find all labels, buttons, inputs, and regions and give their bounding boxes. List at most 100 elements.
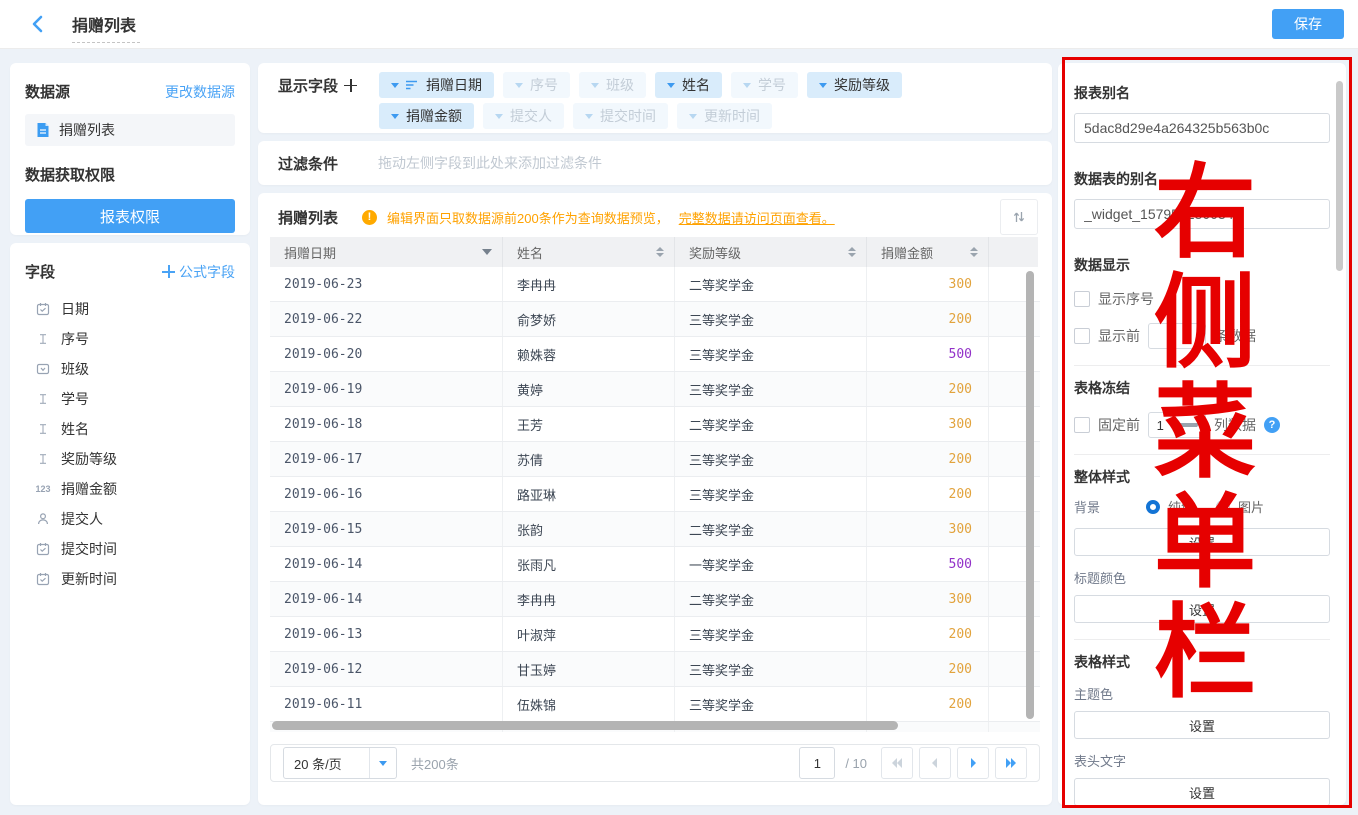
table-style-title: 表格样式 — [1074, 652, 1330, 672]
display-field-chip[interactable]: 姓名 — [655, 72, 722, 98]
add-display-field-button[interactable] — [344, 79, 357, 92]
sort-lines-icon — [406, 77, 419, 93]
title-color-set-button[interactable]: 设置 — [1074, 595, 1330, 623]
column-header[interactable]: 捐赠日期 — [270, 237, 503, 267]
sort-order-button[interactable] — [1000, 199, 1038, 235]
report-alias-input[interactable] — [1074, 113, 1330, 143]
display-field-chips-row-2: 捐赠金额 提交人 提交时间 更新时间 — [379, 103, 902, 129]
display-field-chip[interactable]: 捐赠日期 — [379, 72, 494, 98]
table-cell: 三等奖学金 — [675, 302, 867, 336]
number-icon: 123 — [35, 484, 51, 494]
page-input[interactable] — [799, 747, 835, 779]
column-label: 捐赠日期 — [284, 243, 336, 262]
filter-dropzone[interactable]: 拖动左侧字段到此处来添加过滤条件 — [378, 153, 602, 173]
chip-label: 捐赠金额 — [406, 106, 462, 126]
panel-scrollbar[interactable] — [1336, 81, 1343, 271]
display-field-chip[interactable]: 序号 — [503, 72, 570, 98]
display-field-chip[interactable]: 提交时间 — [573, 103, 668, 129]
field-item[interactable]: 学号 — [25, 384, 235, 414]
fix-count-select[interactable]: 1 — [1148, 412, 1206, 438]
field-item[interactable]: 123 捐赠金额 — [25, 474, 235, 504]
field-item[interactable]: 奖励等级 — [25, 444, 235, 474]
title-color-label: 标题颜色 — [1074, 568, 1330, 587]
header-text-set-button[interactable]: 设置 — [1074, 778, 1330, 805]
caret-down-icon — [391, 83, 399, 88]
field-item[interactable]: 更新时间 — [25, 564, 235, 594]
chip-label: 提交时间 — [600, 106, 656, 126]
chip-label: 奖励等级 — [834, 75, 890, 95]
display-field-chip[interactable]: 提交人 — [483, 103, 564, 129]
prev-page-button[interactable] — [919, 747, 951, 779]
column-header[interactable]: 姓名 — [503, 237, 675, 267]
column-label: 捐赠金额 — [881, 243, 933, 262]
table-alias-input[interactable] — [1074, 199, 1330, 229]
column-header[interactable]: 奖励等级 — [675, 237, 867, 267]
total-count: 共200条 — [411, 754, 459, 773]
show-first-checkbox[interactable] — [1074, 328, 1090, 344]
chevron-right-icon — [966, 756, 980, 770]
table-cell: 2019-06-20 — [270, 337, 503, 371]
table-vertical-scrollbar[interactable] — [1026, 271, 1034, 719]
caret-down-icon — [819, 83, 827, 88]
column-header[interactable]: 捐赠金额 — [867, 237, 989, 267]
table-cell: 500 — [867, 337, 989, 371]
field-item[interactable]: 日期 — [25, 294, 235, 324]
table-cell: 2019-06-19 — [270, 372, 503, 406]
field-item[interactable]: 班级 — [25, 354, 235, 384]
field-item[interactable]: 提交人 — [25, 504, 235, 534]
table-cell: 500 — [867, 547, 989, 581]
field-item[interactable]: 序号 — [25, 324, 235, 354]
table-cell: 李冉冉 — [503, 267, 675, 301]
back-button[interactable] — [28, 14, 48, 34]
table-cell: 2019-06-15 — [270, 512, 503, 546]
field-label: 捐赠金额 — [61, 479, 117, 499]
text-icon — [35, 393, 51, 405]
show-seq-checkbox[interactable] — [1074, 291, 1090, 307]
table-horizontal-scrollbar[interactable] — [272, 721, 898, 730]
field-item[interactable]: 提交时间 — [25, 534, 235, 564]
page-size-select[interactable]: 20 条/页 — [283, 747, 397, 779]
help-icon[interactable] — [1264, 417, 1280, 433]
field-item[interactable]: 姓名 — [25, 414, 235, 444]
last-page-button[interactable] — [995, 747, 1027, 779]
plus-icon — [162, 265, 175, 278]
filter-card: 过滤条件 拖动左侧字段到此处来添加过滤条件 — [258, 141, 1052, 185]
save-button[interactable]: 保存 — [1272, 9, 1344, 39]
report-permission-button[interactable]: 报表权限 — [25, 199, 235, 233]
image-radio[interactable] — [1216, 500, 1230, 514]
top-header: 捐赠列表 保存 — [0, 0, 1358, 49]
display-fields-card: 显示字段 捐赠日期序号班级姓名学号奖励等级 捐赠金额提交人提交时间更新时间 — [258, 63, 1052, 133]
display-field-chip[interactable]: 捐赠金额 — [379, 103, 474, 129]
next-page-button[interactable] — [957, 747, 989, 779]
table-alias-title: 数据表的别名 — [1074, 169, 1330, 189]
add-formula-field-link[interactable]: 公式字段 — [162, 262, 235, 282]
show-first-count-input[interactable] — [1148, 323, 1206, 349]
datasource-item[interactable]: 捐赠列表 — [25, 114, 235, 146]
fix-columns-checkbox[interactable] — [1074, 417, 1090, 433]
table-cell: 叶淑萍 — [503, 617, 675, 651]
display-field-chip[interactable]: 奖励等级 — [807, 72, 902, 98]
column-header-empty — [989, 237, 1038, 267]
table-cell: 2019-06-22 — [270, 302, 503, 336]
table-cell: 赖姝蓉 — [503, 337, 675, 371]
calendar-icon — [35, 572, 51, 586]
display-field-chip[interactable]: 班级 — [579, 72, 646, 98]
table-cell: 俞梦娇 — [503, 302, 675, 336]
display-field-chip[interactable]: 更新时间 — [677, 103, 772, 129]
table-cell: 三等奖学金 — [675, 477, 867, 511]
change-datasource-link[interactable]: 更改数据源 — [165, 82, 235, 102]
display-field-chip[interactable]: 学号 — [731, 72, 798, 98]
table-cell: 2019-06-14 — [270, 582, 503, 616]
table-row: 2019-06-18王芳二等奖学金300 — [270, 407, 1040, 442]
column-label: 奖励等级 — [689, 243, 741, 262]
datasource-title: 数据源 — [25, 81, 70, 102]
theme-color-set-button[interactable]: 设置 — [1074, 711, 1330, 739]
select-icon — [35, 362, 51, 376]
background-color-set-button[interactable]: 设置 — [1074, 528, 1330, 556]
table-cell: 王芳 — [503, 407, 675, 441]
warning-icon: ! — [362, 210, 377, 225]
view-page-link[interactable]: 完整数据请访问页面查看。 — [679, 208, 835, 227]
calendar-icon — [35, 302, 51, 316]
first-page-button[interactable] — [881, 747, 913, 779]
solid-color-radio[interactable] — [1146, 500, 1160, 514]
